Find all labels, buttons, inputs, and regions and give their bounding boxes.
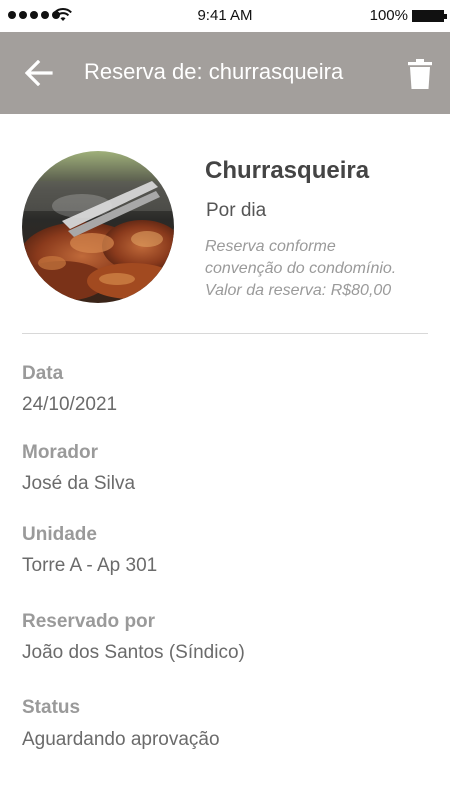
- amenity-photo: [22, 151, 174, 303]
- page-title: Reserva de: churrasqueira: [84, 59, 344, 84]
- battery-icon: [412, 10, 447, 22]
- status-bar: 9:41 AM 100%: [0, 0, 450, 32]
- field-label-reservado-por: Reservado por: [22, 611, 156, 632]
- battery-percentage: 100%: [369, 7, 408, 24]
- delete-button[interactable]: [404, 56, 436, 92]
- field-label-morador: Morador: [22, 442, 98, 463]
- trash-icon: [408, 59, 432, 89]
- field-value-status: Aguardando aprovação: [22, 729, 220, 750]
- field-label-unidade: Unidade: [22, 524, 97, 545]
- field-value-unidade: Torre A - Ap 301: [22, 555, 158, 576]
- field-value-reservado-por: João dos Santos (Síndico): [22, 642, 245, 663]
- amenity-description-line: Valor da reserva: R$80,00: [205, 282, 392, 299]
- amenity-description-line: convenção do condomínio.: [205, 260, 397, 277]
- field-label-data: Data: [22, 363, 64, 384]
- arrow-left-icon: [25, 60, 53, 86]
- divider: [22, 333, 428, 334]
- amenity-name: Churrasqueira: [205, 157, 370, 184]
- field-value-data: 24/10/2021: [22, 394, 118, 415]
- back-button[interactable]: [20, 54, 58, 92]
- field-label-status: Status: [22, 697, 81, 718]
- amenity-description: Reserva conforme convenção do condomínio…: [205, 236, 440, 302]
- app-bar: Reserva de: churrasqueira: [0, 32, 450, 114]
- amenity-description-line: Reserva conforme: [205, 238, 336, 255]
- field-value-morador: José da Silva: [22, 473, 136, 494]
- amenity-period: Por dia: [206, 200, 267, 221]
